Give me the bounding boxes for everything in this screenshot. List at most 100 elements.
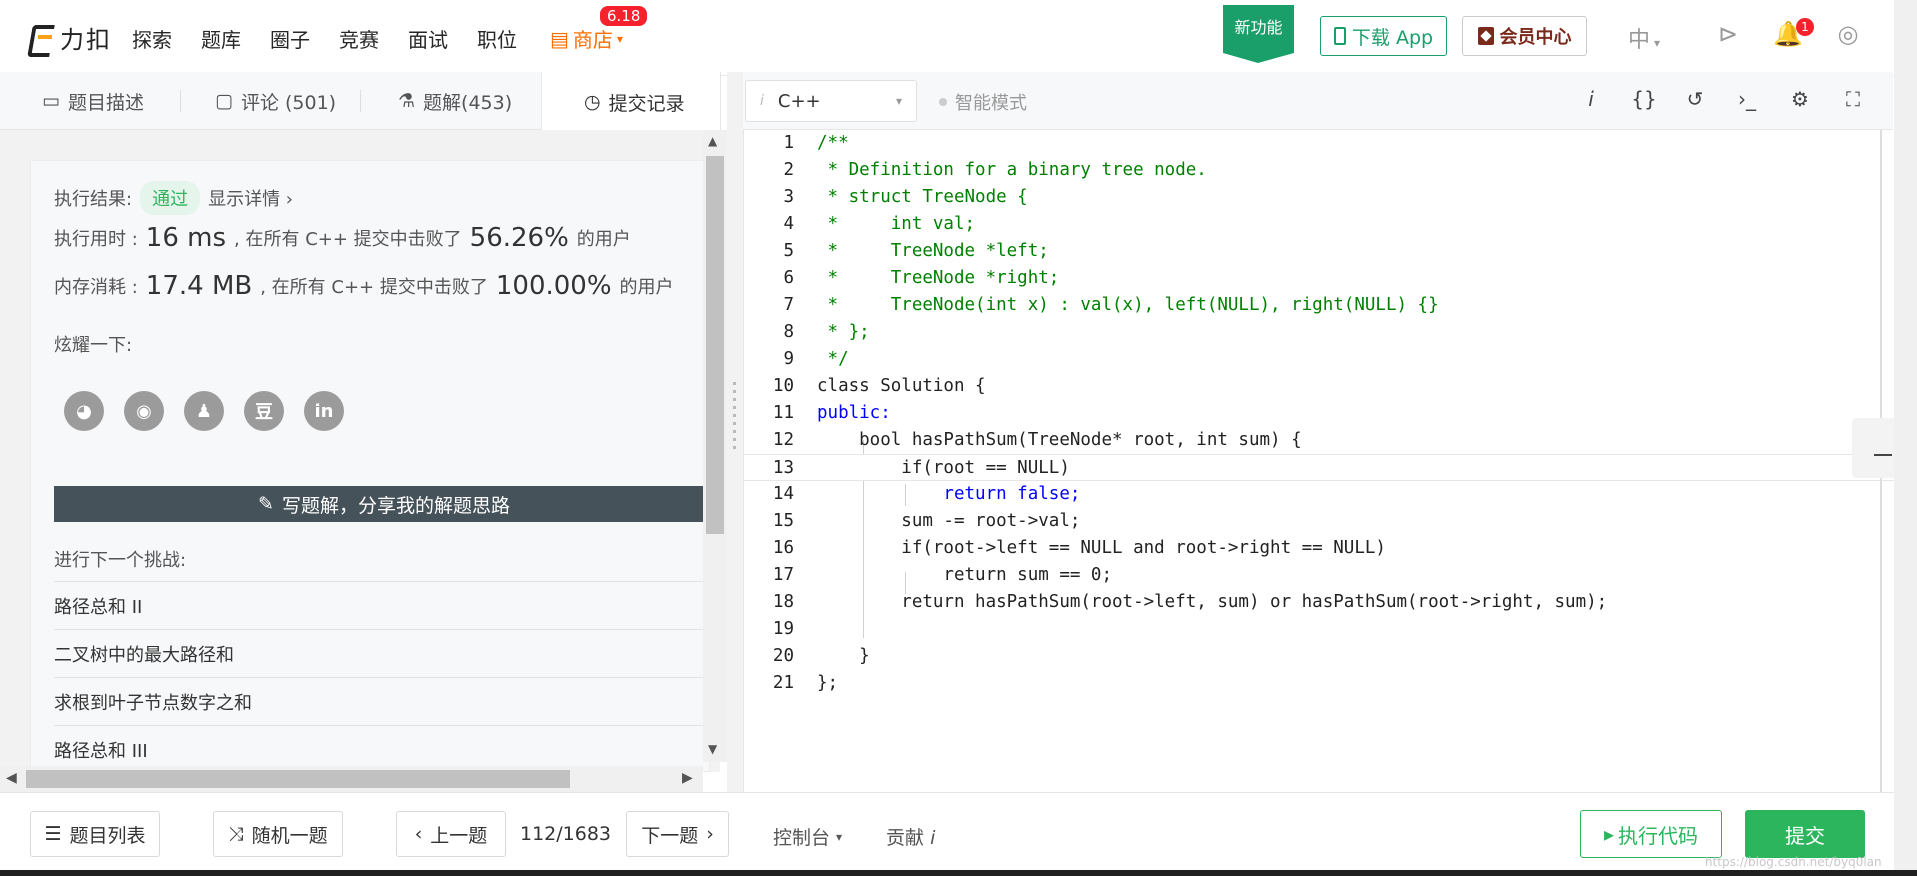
run-code-button[interactable]: ▸ 执行代码 [1580, 810, 1722, 858]
member-center-button[interactable]: 会员中心 [1462, 16, 1587, 56]
left-horizontal-scrollbar[interactable]: ◀ ▶ [0, 766, 703, 792]
submit-button[interactable]: 提交 [1745, 810, 1865, 858]
code-text: if(root->left == NULL and root->right ==… [817, 538, 1386, 558]
code-line: 20 } [744, 643, 1894, 670]
problem-index: 112/1683 [520, 823, 612, 845]
editor-toolbar: i C++ ▾ 智能模式 i {} ↺ ›_ ⚙ ⛶ [743, 72, 1893, 130]
new-feature-ribbon[interactable]: 新功能 [1223, 5, 1294, 63]
code-text: return hasPathSum(root->left, sum) or ha… [817, 592, 1608, 612]
shop-label: 商店 [572, 28, 613, 52]
tab-submissions[interactable]: ◷ 提交记录 [541, 72, 721, 132]
code-line: 2 * Definition for a binary tree node. [744, 157, 1894, 184]
prev-problem-button[interactable]: ‹ 上一题 [396, 811, 506, 857]
drag-handle[interactable] [733, 382, 736, 452]
code-line: 14 return false; [744, 481, 1894, 508]
scroll-down-icon[interactable]: ▼ [708, 742, 717, 756]
memory-label: 内存消耗 : [54, 277, 138, 298]
scroll-up-icon[interactable]: ▲ [708, 134, 717, 148]
side-drawer-tab[interactable] [1852, 418, 1894, 478]
phone-icon [1333, 27, 1346, 45]
code-line: 7 * TreeNode(int x) : val(x), left(NULL)… [744, 292, 1894, 319]
nav-link-problems[interactable]: 题库 [201, 24, 270, 53]
qq-icon[interactable]: ♟ [184, 391, 224, 431]
clock-icon: ◷ [584, 91, 601, 113]
scrollbar-thumb[interactable] [706, 156, 724, 534]
line-number: 8 [783, 322, 794, 342]
line-number: 1 [783, 133, 794, 153]
nav-link-contest[interactable]: 竞赛 [339, 24, 408, 53]
result-card: 执行结果: 通过 显示详情 › 执行用时 : 16 ms , 在所有 C++ 提… [30, 160, 714, 772]
reset-icon[interactable]: ↺ [1681, 87, 1709, 115]
member-center-label: 会员中心 [1499, 27, 1572, 48]
problem-list-button[interactable]: ☰ 题目列表 [30, 811, 160, 857]
runtime-row: 执行用时 : 16 ms , 在所有 C++ 提交中击败了 56.26% 的用户 [54, 223, 631, 253]
line-number: 4 [783, 214, 794, 234]
code-editor[interactable]: 1 /** 2 * Definition for a binary tree no… [743, 130, 1894, 792]
braces-icon[interactable]: {} [1630, 87, 1658, 115]
code-text: * TreeNode *left; [817, 241, 1049, 261]
next-challenge-label: 进行下一个挑战: [54, 550, 187, 571]
runtime-suffix: 的用户 [576, 229, 631, 250]
next-problem-button[interactable]: 下一题 › [626, 811, 729, 857]
memory-value: 17.4 MB [145, 271, 253, 301]
left-vertical-scrollbar[interactable]: ▲ ▼ [703, 130, 727, 762]
list-item[interactable]: 求根到叶子节点数字之和 [54, 677, 714, 725]
contribute-link[interactable]: 贡献 i [886, 823, 935, 850]
line-number: 5 [783, 241, 794, 261]
memory-row: 内存消耗 : 17.4 MB , 在所有 C++ 提交中击败了 100.00% … [54, 271, 674, 301]
nav-link-interview[interactable]: 面试 [408, 24, 477, 53]
list-item[interactable]: 路径总和 II [54, 581, 714, 629]
top-navbar: 力扣 探索 题库 圈子 竞赛 面试 职位 ▤ 商店 ▾ 6.18 新功能 下载 … [0, 0, 1917, 76]
douban-icon[interactable]: 豆 [244, 391, 284, 431]
panel-splitter[interactable] [727, 72, 743, 792]
nav-link-jobs[interactable]: 职位 [477, 24, 546, 53]
nav-link-explore[interactable]: 探索 [132, 24, 201, 53]
member-icon [1477, 27, 1494, 45]
tab-solutions[interactable]: ⚗ 题解(453) [398, 72, 512, 130]
scroll-left-icon[interactable]: ◀ [6, 770, 17, 786]
leetcode-logo[interactable]: 力扣 [28, 20, 112, 55]
write-solution-button[interactable]: ✎ 写题解，分享我的解题思路 [54, 486, 714, 522]
console-label: 控制台 [773, 827, 831, 849]
info-icon[interactable]: i [1577, 87, 1605, 115]
next-challenge-list: 路径总和 II 二叉树中的最大路径和 求根到叶子节点数字之和 路径总和 III [54, 581, 714, 773]
tab-description[interactable]: ▭ 题目描述 [42, 72, 144, 130]
avatar[interactable]: ◎ [1832, 20, 1864, 52]
window-scrollbar[interactable] [1894, 0, 1917, 876]
code-text: * struct TreeNode { [817, 187, 1028, 207]
language-select[interactable]: i C++ ▾ [745, 80, 917, 122]
line-number: 6 [783, 268, 794, 288]
scroll-right-icon[interactable]: ▶ [682, 770, 693, 786]
settings-icon[interactable]: ⚙ [1786, 87, 1814, 115]
caret-down-icon: ▾ [616, 31, 623, 46]
nav-link-circle[interactable]: 圈子 [270, 24, 339, 53]
tab-divider [180, 90, 181, 112]
weibo-icon[interactable]: ◉ [124, 391, 164, 431]
random-problem-button[interactable]: ⤨ 随机一题 [213, 811, 343, 857]
download-app-label: 下载 App [1351, 26, 1434, 49]
tab-comments[interactable]: ▢ 评论 (501) [215, 72, 336, 130]
language-label: 中 [1628, 28, 1651, 53]
fullscreen-icon[interactable]: ⛶ [1839, 87, 1867, 115]
list-item[interactable]: 二叉树中的最大路径和 [54, 629, 714, 677]
info-icon: i [760, 93, 764, 109]
line-number: 12 [772, 430, 794, 450]
show-details-link[interactable]: 显示详情 › [208, 185, 293, 211]
random-problem-label: 随机一题 [251, 824, 328, 847]
terminal-icon[interactable]: ›_ [1733, 87, 1761, 115]
console-toggle[interactable]: 控制台 ▾ [773, 823, 842, 850]
linkedin-icon[interactable]: in [304, 391, 344, 431]
line-number: 10 [772, 376, 794, 396]
wechat-icon[interactable]: ◕ [64, 391, 104, 431]
tab-solutions-label: 题解(453) [423, 91, 513, 114]
line-number: 9 [783, 349, 794, 369]
smart-mode-toggle[interactable]: 智能模式 [939, 89, 1027, 115]
code-line: 1 /** [744, 130, 1894, 157]
language-switch[interactable]: 中 ▾ [1628, 22, 1660, 54]
nav-link-shop[interactable]: ▤ 商店 ▾ [550, 24, 623, 53]
download-app-button[interactable]: 下载 App [1320, 16, 1447, 56]
code-text: }; [817, 673, 839, 693]
scrollbar-thumb[interactable] [26, 770, 570, 788]
playground-icon[interactable]: ⊳ [1712, 20, 1744, 52]
problem-tabs: ▭ 题目描述 ▢ 评论 (501) ⚗ 题解(453) ◷ 提交记录 [0, 72, 721, 132]
